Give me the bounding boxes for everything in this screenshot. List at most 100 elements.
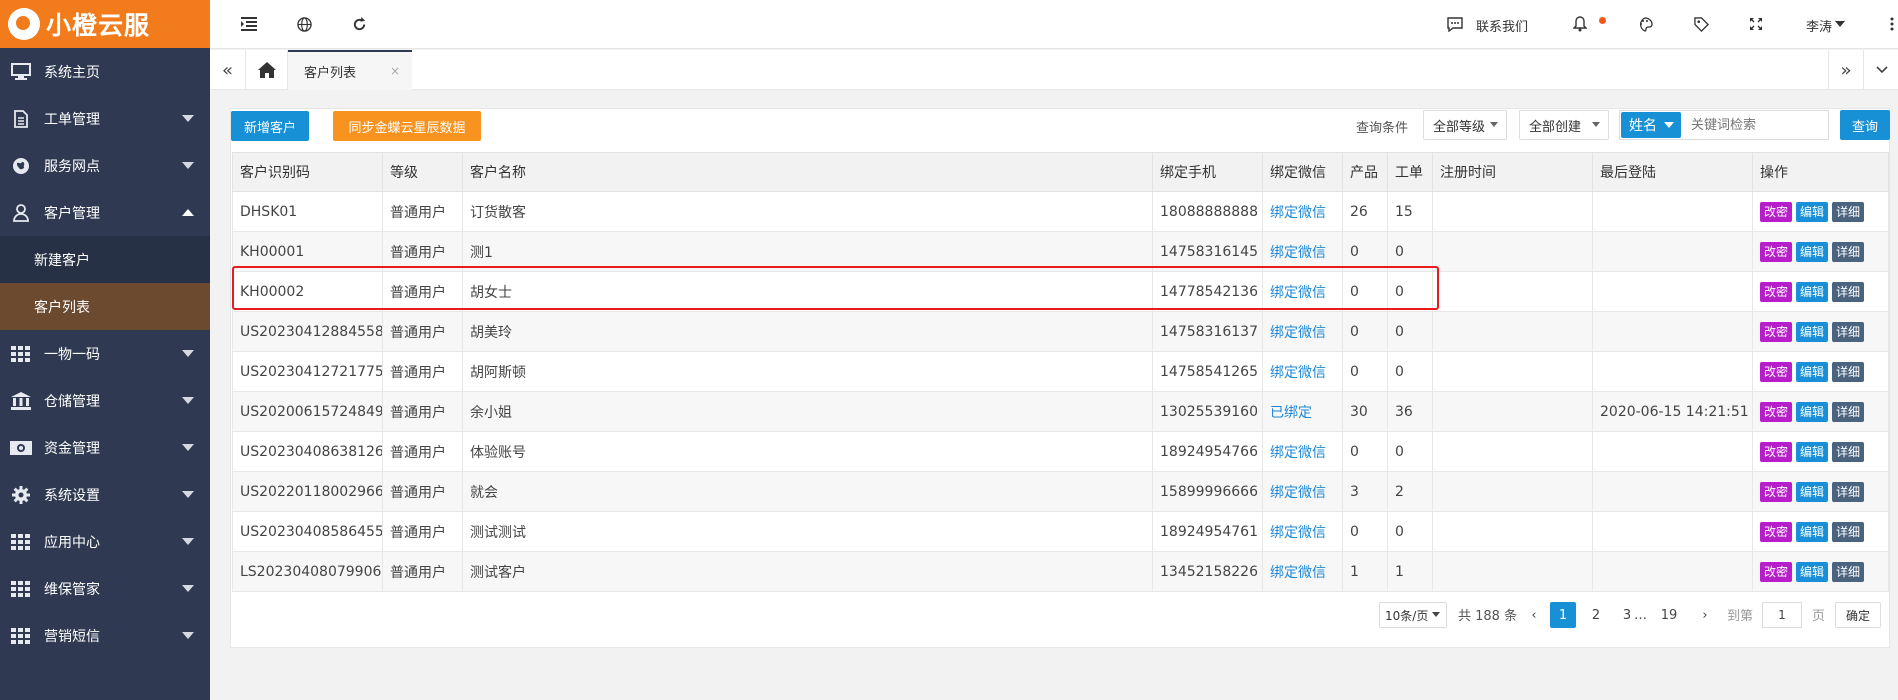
column-header[interactable]: 绑定手机 bbox=[1152, 152, 1263, 192]
edit-button[interactable]: 编辑 bbox=[1796, 521, 1829, 542]
page-button-1[interactable]: 1 bbox=[1550, 602, 1576, 628]
page-button-last[interactable]: 19 bbox=[1656, 602, 1682, 628]
column-header[interactable]: 绑定微信 bbox=[1262, 152, 1343, 192]
edit-button[interactable]: 编辑 bbox=[1796, 281, 1829, 302]
tabs-scroll-right-icon[interactable]: » bbox=[1828, 50, 1864, 90]
change-password-button[interactable]: 改密 bbox=[1760, 361, 1793, 382]
fullscreen-icon[interactable] bbox=[1746, 14, 1766, 34]
sidebar-item-home[interactable]: 系统主页 bbox=[0, 48, 210, 95]
sync-kingdee-button[interactable]: 同步金蝶云星辰数据 bbox=[333, 111, 481, 141]
next-page-button[interactable]: › bbox=[1692, 602, 1718, 628]
wechat-link[interactable]: 绑定微信 bbox=[1262, 311, 1343, 352]
column-header[interactable]: 产品 bbox=[1342, 152, 1388, 192]
goto-confirm-button[interactable]: 确定 bbox=[1835, 602, 1881, 628]
level-select[interactable]: 全部等级 bbox=[1423, 110, 1507, 140]
user-menu-chevron-icon[interactable] bbox=[1835, 21, 1845, 27]
prev-page-button[interactable]: ‹ bbox=[1521, 602, 1547, 628]
action-group: 改密 编辑 详细 bbox=[1760, 201, 1888, 222]
globe-icon[interactable] bbox=[294, 14, 314, 34]
contact-us-link[interactable]: 联系我们 bbox=[1476, 16, 1528, 35]
wechat-link[interactable]: 绑定微信 bbox=[1262, 351, 1343, 392]
home-tab[interactable] bbox=[246, 50, 288, 90]
edit-button[interactable]: 编辑 bbox=[1796, 321, 1829, 342]
change-password-button[interactable]: 改密 bbox=[1760, 561, 1793, 582]
add-customer-button[interactable]: 新增客户 bbox=[231, 111, 309, 141]
column-header[interactable]: 工单 bbox=[1387, 152, 1433, 192]
tag-icon[interactable] bbox=[1691, 14, 1711, 34]
goto-page-input[interactable] bbox=[1762, 602, 1802, 628]
close-icon[interactable]: × bbox=[390, 64, 400, 78]
change-password-button[interactable]: 改密 bbox=[1760, 281, 1793, 302]
detail-button[interactable]: 详细 bbox=[1832, 281, 1865, 302]
tabs-menu-chevron-icon[interactable] bbox=[1864, 50, 1898, 90]
tab-customer-list[interactable]: 客户列表 × bbox=[288, 50, 412, 90]
sidebar-item-maintenance[interactable]: 维保管家 bbox=[0, 565, 210, 612]
bell-icon[interactable] bbox=[1570, 14, 1590, 34]
column-header[interactable]: 注册时间 bbox=[1432, 152, 1593, 192]
wechat-link[interactable]: 绑定微信 bbox=[1262, 431, 1343, 472]
sidebar-item-settings[interactable]: 系统设置 bbox=[0, 471, 210, 518]
detail-button[interactable]: 详细 bbox=[1832, 201, 1865, 222]
wechat-link[interactable]: 绑定微信 bbox=[1262, 471, 1343, 512]
edit-button[interactable]: 编辑 bbox=[1796, 241, 1829, 262]
page-size-select[interactable]: 10条/页 bbox=[1379, 602, 1447, 628]
change-password-button[interactable]: 改密 bbox=[1760, 441, 1793, 462]
wechat-link[interactable]: 绑定微信 bbox=[1262, 191, 1343, 232]
wechat-link[interactable]: 绑定微信 bbox=[1262, 271, 1343, 312]
more-vertical-icon[interactable] bbox=[1882, 14, 1898, 34]
page-button-2[interactable]: 2 bbox=[1583, 602, 1609, 628]
tabs-scroll-left-icon[interactable]: « bbox=[210, 50, 246, 90]
column-header[interactable]: 最后登陆 bbox=[1592, 152, 1753, 192]
table-row: LS20230408079906 普通用户 测试客户 13452158226 绑定微信 1… bbox=[232, 551, 1889, 592]
action-group: 改密 编辑 详细 bbox=[1760, 561, 1888, 582]
edit-button[interactable]: 编辑 bbox=[1796, 561, 1829, 582]
change-password-button[interactable]: 改密 bbox=[1760, 481, 1793, 502]
chat-icon[interactable] bbox=[1445, 14, 1465, 34]
keyword-search-input[interactable] bbox=[1683, 111, 1827, 139]
sidebar-item-funds[interactable]: 资金管理 bbox=[0, 424, 210, 471]
edit-button[interactable]: 编辑 bbox=[1796, 401, 1829, 422]
change-password-button[interactable]: 改密 bbox=[1760, 241, 1793, 262]
sidebar-item-customers[interactable]: 客户管理 bbox=[0, 189, 210, 236]
detail-button[interactable]: 详细 bbox=[1832, 481, 1865, 502]
creator-select[interactable]: 全部创建 bbox=[1519, 110, 1609, 140]
column-header[interactable]: 客户名称 bbox=[462, 152, 1153, 192]
sidebar-item-sms-marketing[interactable]: 营销短信 bbox=[0, 612, 210, 659]
sidebar-item-service-points[interactable]: 服务网点 bbox=[0, 142, 210, 189]
sidebar-item-one-item-one-code[interactable]: 一物一码 bbox=[0, 330, 210, 377]
edit-button[interactable]: 编辑 bbox=[1796, 441, 1829, 462]
sidebar-item-work-orders[interactable]: 工单管理 bbox=[0, 95, 210, 142]
wechat-link[interactable]: 已绑定 bbox=[1262, 391, 1343, 432]
change-password-button[interactable]: 改密 bbox=[1760, 201, 1793, 222]
detail-button[interactable]: 详细 bbox=[1832, 241, 1865, 262]
wechat-link[interactable]: 绑定微信 bbox=[1262, 511, 1343, 552]
sidebar-subitem-customer-list[interactable]: 客户列表 bbox=[0, 283, 210, 330]
detail-button[interactable]: 详细 bbox=[1832, 521, 1865, 542]
edit-button[interactable]: 编辑 bbox=[1796, 361, 1829, 382]
sidebar-item-warehouse[interactable]: 仓储管理 bbox=[0, 377, 210, 424]
column-header[interactable]: 客户识别码 bbox=[232, 152, 383, 192]
sidebar-subitem-new-customer[interactable]: 新建客户 bbox=[0, 236, 210, 283]
user-name[interactable]: 李涛 bbox=[1806, 16, 1832, 35]
change-password-button[interactable]: 改密 bbox=[1760, 521, 1793, 542]
menu-collapse-icon[interactable] bbox=[239, 14, 259, 34]
detail-button[interactable]: 详细 bbox=[1832, 401, 1865, 422]
edit-button[interactable]: 编辑 bbox=[1796, 201, 1829, 222]
brand-logo[interactable]: 小橙云服 bbox=[0, 0, 210, 48]
sidebar-item-app-center[interactable]: 应用中心 bbox=[0, 518, 210, 565]
palette-icon[interactable] bbox=[1635, 14, 1655, 34]
action-group: 改密 编辑 详细 bbox=[1760, 321, 1888, 342]
change-password-button[interactable]: 改密 bbox=[1760, 401, 1793, 422]
edit-button[interactable]: 编辑 bbox=[1796, 481, 1829, 502]
wechat-link[interactable]: 绑定微信 bbox=[1262, 551, 1343, 592]
search-button[interactable]: 查询 bbox=[1840, 110, 1890, 140]
detail-button[interactable]: 详细 bbox=[1832, 321, 1865, 342]
wechat-link[interactable]: 绑定微信 bbox=[1262, 231, 1343, 272]
change-password-button[interactable]: 改密 bbox=[1760, 321, 1793, 342]
detail-button[interactable]: 详细 bbox=[1832, 441, 1865, 462]
column-header[interactable]: 等级 bbox=[382, 152, 463, 192]
refresh-icon[interactable] bbox=[349, 14, 369, 34]
detail-button[interactable]: 详细 bbox=[1832, 561, 1865, 582]
detail-button[interactable]: 详细 bbox=[1832, 361, 1865, 382]
search-field-select[interactable]: 姓名 bbox=[1621, 112, 1681, 138]
